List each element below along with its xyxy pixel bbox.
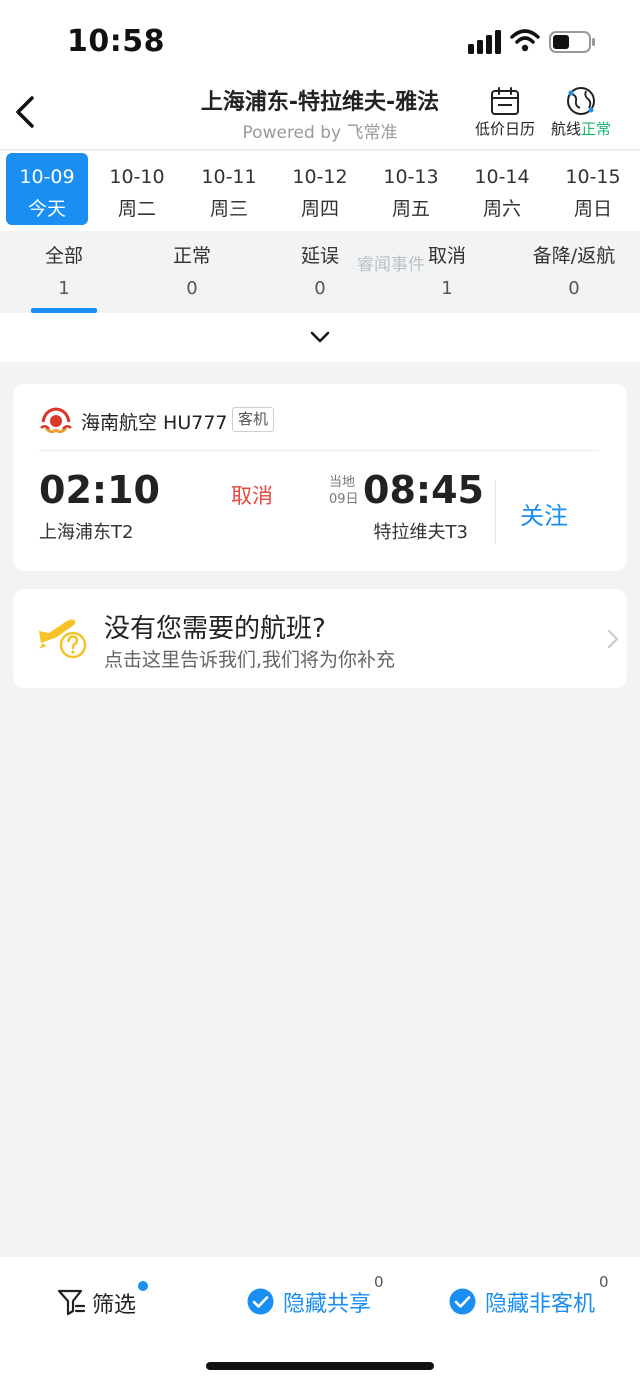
follow-button[interactable]: 关注 — [520, 496, 568, 531]
date-tab-6[interactable]: 10-15 周日 — [552, 153, 634, 225]
date-tab-date: 10-15 — [565, 166, 621, 188]
date-tab-date: 10-13 — [383, 166, 439, 188]
check-circle-icon — [449, 1288, 476, 1315]
date-tab-date: 10-12 — [292, 166, 348, 188]
date-tab-weekday: 周三 — [209, 198, 248, 220]
expand-filters-row[interactable] — [0, 313, 640, 362]
local-label-line1: 当地 — [329, 475, 356, 490]
filter-active-dot — [138, 1281, 148, 1291]
hide-codeshare-count: 0 — [374, 1273, 384, 1291]
filter-label: 筛选 — [92, 1293, 137, 1318]
flight-status: 取消 — [231, 484, 273, 508]
date-tab-0[interactable]: 10-09 今天 — [6, 153, 88, 225]
date-tab-date: 10-11 — [201, 166, 257, 188]
cellular-signal-icon — [468, 30, 501, 54]
hide-codeshare-toggle[interactable]: 隐藏共享 0 — [247, 1273, 387, 1321]
departure-time: 02:10 — [39, 468, 160, 512]
home-indicator — [206, 1362, 434, 1370]
filter-tab-label: 正常 — [172, 245, 211, 267]
arrival-time: 08:45 — [363, 468, 484, 512]
hide-codeshare-label: 隐藏共享 — [283, 1292, 372, 1317]
aircraft-type-badge: 客机 — [232, 407, 275, 432]
hide-non-passenger-toggle[interactable]: 隐藏非客机 0 — [449, 1273, 614, 1321]
filter-tab-count: 0 — [186, 278, 198, 299]
filter-tab-count: 1 — [441, 278, 453, 299]
calendar-icon — [491, 87, 519, 115]
chevron-right-icon — [608, 630, 618, 648]
date-tab-weekday: 周二 — [117, 198, 156, 220]
top-nav-header: 上海浦东-特拉维夫-雅法 Powered by 飞常准 低价日历 航线正常 — [0, 80, 640, 150]
status-time: 10:58 — [67, 24, 165, 59]
date-tab-2[interactable]: 10-11 周三 — [188, 153, 270, 225]
date-tab-date: 10-14 — [474, 166, 530, 188]
filter-tab-diverted[interactable]: 备降/返航 0 — [510, 241, 638, 299]
route-title: 上海浦东-特拉维夫-雅法 — [200, 90, 440, 115]
date-selector: 10-09 今天 10-10 周二 10-11 周三 10-12 周四 10-1… — [0, 151, 640, 231]
date-tab-1[interactable]: 10-10 周二 — [96, 153, 178, 225]
calendar-label: 低价日历 — [474, 120, 535, 138]
hainan-airlines-logo-icon — [40, 407, 72, 434]
watermark-text: 睿闻事件 — [357, 255, 425, 275]
status-bar: 10:58 — [0, 0, 640, 80]
date-tab-5[interactable]: 10-14 周六 — [461, 153, 543, 225]
filter-tab-label: 全部 — [44, 245, 83, 267]
powered-by-text: Powered by 飞常准 — [242, 123, 398, 143]
date-tab-weekday: 周日 — [573, 198, 612, 220]
hide-non-passenger-label: 隐藏非客机 — [485, 1292, 596, 1317]
missing-flight-feedback-card[interactable]: 没有您需要的航班? 点击这里告诉我们,我们将为你补充 — [13, 589, 627, 688]
battery-icon — [549, 31, 595, 53]
hide-non-passenger-count: 0 — [599, 1273, 609, 1291]
vertical-divider — [495, 480, 496, 544]
date-tab-date: 10-10 — [109, 166, 165, 188]
arrival-airport: 特拉维夫T3 — [373, 522, 468, 543]
status-filter-tabs: 全部 1 正常 0 延误 0 取消 1 备降/返航 0 — [0, 231, 640, 313]
date-tab-date: 10-09 — [19, 166, 75, 188]
filter-tab-count: 1 — [58, 278, 70, 299]
wifi-icon — [510, 29, 540, 52]
feedback-title: 没有您需要的航班? — [104, 614, 326, 644]
check-circle-icon — [247, 1288, 274, 1315]
date-tab-weekday: 今天 — [27, 198, 66, 220]
date-tab-weekday: 周四 — [300, 198, 339, 220]
airline-flight-number: 海南航空 HU777 — [81, 412, 228, 434]
filter-tab-all[interactable]: 全部 1 — [0, 241, 128, 299]
back-arrow-icon[interactable] — [10, 92, 44, 132]
filter-button[interactable]: 筛选 — [38, 1271, 168, 1333]
filter-tab-count: 0 — [568, 278, 580, 299]
date-tab-3[interactable]: 10-12 周四 — [279, 153, 361, 225]
date-tab-weekday: 周六 — [482, 198, 521, 220]
filter-tab-normal[interactable]: 正常 0 — [128, 241, 256, 299]
departure-airport: 上海浦东T2 — [39, 522, 134, 543]
local-time-label: 当地 09日 — [329, 474, 359, 508]
card-divider — [39, 450, 599, 451]
flight-card[interactable]: 海南航空 HU777 客机 02:10 上海浦东T2 取消 当地 09日 08:… — [13, 384, 627, 571]
chevron-down-icon[interactable] — [309, 329, 331, 345]
route-label-prefix: 航线 — [550, 120, 581, 138]
funnel-icon — [57, 1289, 86, 1316]
date-tab-4[interactable]: 10-13 周五 — [370, 153, 452, 225]
plane-question-icon — [39, 619, 87, 659]
globe-route-icon — [567, 87, 595, 115]
route-status-button[interactable]: 航线正常 — [545, 86, 617, 139]
route-status-label: 航线正常 — [545, 118, 617, 139]
feedback-subtitle: 点击这里告诉我们,我们将为你补充 — [104, 649, 396, 671]
route-status-ok: 正常 — [581, 120, 612, 138]
local-label-line2: 09日 — [329, 492, 359, 507]
filter-tab-count: 0 — [314, 278, 326, 299]
low-price-calendar-button[interactable]: 低价日历 — [470, 86, 540, 139]
date-tab-weekday: 周五 — [391, 198, 430, 220]
filter-tab-label: 备降/返航 — [532, 245, 616, 267]
